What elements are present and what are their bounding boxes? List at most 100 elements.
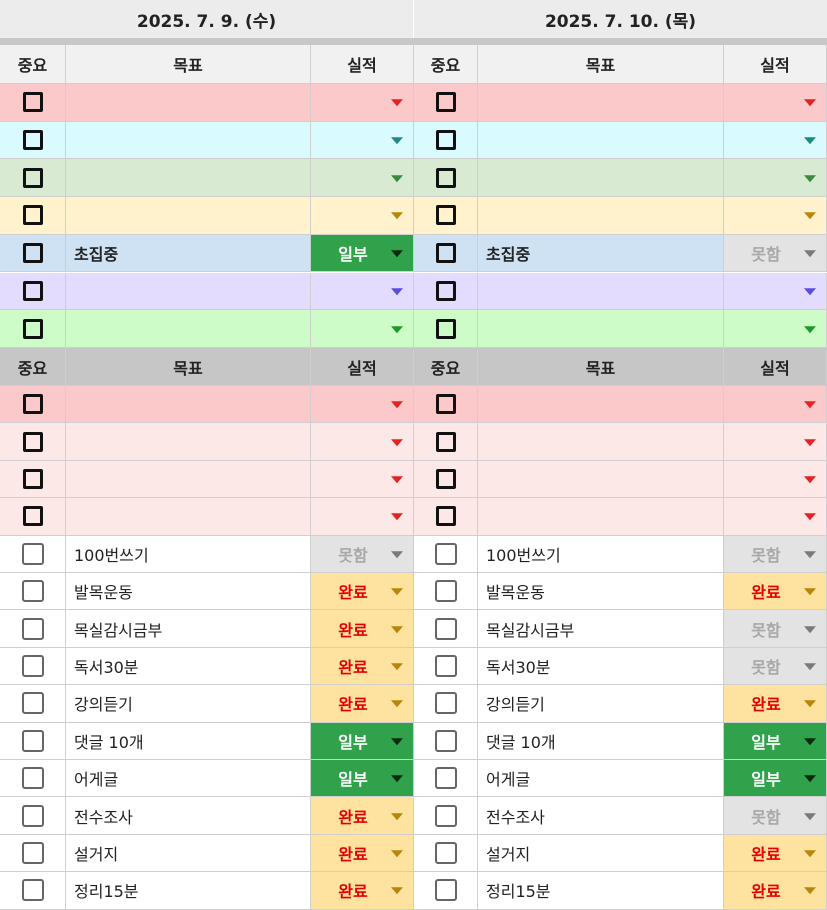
performance-dropdown[interactable]: 일부 [311, 722, 414, 760]
dropdown-arrow-icon[interactable] [391, 99, 403, 107]
goal-cell[interactable] [66, 423, 311, 461]
importance-checkbox[interactable] [435, 167, 456, 188]
performance-dropdown[interactable] [311, 84, 414, 122]
goal-cell[interactable]: 목실감시금부 [66, 610, 311, 648]
goal-cell[interactable]: 어게글 [66, 760, 311, 798]
dropdown-arrow-icon[interactable] [804, 887, 816, 895]
importance-checkbox[interactable] [22, 243, 43, 264]
dropdown-arrow-icon[interactable] [804, 288, 816, 296]
goal-cell[interactable]: 발목운동 [478, 573, 724, 611]
goal-cell[interactable]: 어게글 [478, 760, 724, 798]
dropdown-arrow-icon[interactable] [391, 663, 403, 671]
importance-checkbox[interactable] [22, 318, 43, 339]
performance-dropdown[interactable] [724, 423, 827, 461]
dropdown-arrow-icon[interactable] [804, 137, 816, 145]
importance-checkbox[interactable] [434, 692, 457, 715]
performance-dropdown[interactable] [724, 272, 827, 311]
importance-checkbox[interactable] [21, 617, 44, 640]
importance-checkbox[interactable] [434, 580, 457, 603]
performance-dropdown[interactable] [311, 498, 414, 536]
dropdown-arrow-icon[interactable] [391, 212, 403, 220]
performance-dropdown[interactable] [311, 460, 414, 499]
dropdown-arrow-icon[interactable] [391, 737, 403, 745]
importance-checkbox[interactable] [435, 243, 456, 264]
goal-cell[interactable] [478, 310, 724, 348]
performance-dropdown[interactable] [724, 386, 827, 424]
importance-checkbox[interactable] [21, 692, 44, 715]
goal-cell[interactable] [66, 272, 311, 311]
performance-dropdown[interactable] [311, 272, 414, 311]
dropdown-arrow-icon[interactable] [391, 887, 403, 895]
goal-cell[interactable]: 강의듣기 [478, 685, 724, 723]
performance-dropdown[interactable] [311, 386, 414, 424]
importance-checkbox[interactable] [21, 654, 44, 677]
performance-dropdown[interactable]: 못함 [724, 535, 827, 573]
goal-cell[interactable]: 발목운동 [66, 573, 311, 611]
dropdown-arrow-icon[interactable] [391, 625, 403, 633]
goal-cell[interactable] [66, 197, 311, 235]
performance-dropdown[interactable]: 못함 [724, 647, 827, 686]
goal-cell[interactable]: 댓글 10개 [478, 722, 724, 760]
performance-dropdown[interactable]: 완료 [724, 834, 827, 873]
dropdown-arrow-icon[interactable] [804, 174, 816, 182]
dropdown-arrow-icon[interactable] [804, 625, 816, 633]
goal-cell[interactable] [478, 197, 724, 235]
dropdown-arrow-icon[interactable] [391, 325, 403, 333]
performance-dropdown[interactable]: 완료 [311, 834, 414, 873]
importance-checkbox[interactable] [22, 130, 43, 151]
importance-checkbox[interactable] [434, 841, 457, 864]
performance-dropdown[interactable] [724, 498, 827, 536]
dropdown-arrow-icon[interactable] [391, 775, 403, 783]
importance-checkbox[interactable] [21, 841, 44, 864]
goal-cell[interactable]: 독서30분 [478, 647, 724, 686]
goal-cell[interactable] [66, 159, 311, 198]
importance-checkbox[interactable] [22, 468, 43, 489]
goal-cell[interactable] [66, 84, 311, 122]
performance-dropdown[interactable]: 일부 [311, 234, 414, 273]
goal-cell[interactable] [478, 121, 724, 160]
goal-cell[interactable]: 초집중 [66, 234, 311, 273]
dropdown-arrow-icon[interactable] [391, 401, 403, 409]
dropdown-arrow-icon[interactable] [804, 476, 816, 484]
dropdown-arrow-icon[interactable] [804, 438, 816, 446]
importance-checkbox[interactable] [21, 767, 44, 790]
importance-checkbox[interactable] [435, 130, 456, 151]
performance-dropdown[interactable]: 완료 [311, 797, 414, 835]
performance-dropdown[interactable]: 완료 [724, 685, 827, 723]
dropdown-arrow-icon[interactable] [391, 250, 403, 258]
dropdown-arrow-icon[interactable] [804, 513, 816, 521]
importance-checkbox[interactable] [22, 167, 43, 188]
importance-checkbox[interactable] [22, 205, 43, 226]
importance-checkbox[interactable] [435, 92, 456, 113]
goal-cell[interactable]: 설거지 [478, 834, 724, 873]
performance-dropdown[interactable] [311, 423, 414, 461]
performance-dropdown[interactable] [724, 159, 827, 198]
importance-checkbox[interactable] [22, 394, 43, 415]
performance-dropdown[interactable]: 일부 [311, 760, 414, 798]
dropdown-arrow-icon[interactable] [804, 775, 816, 783]
dropdown-arrow-icon[interactable] [804, 401, 816, 409]
importance-checkbox[interactable] [435, 394, 456, 415]
dropdown-arrow-icon[interactable] [391, 550, 403, 558]
goal-cell[interactable] [478, 272, 724, 311]
importance-checkbox[interactable] [434, 879, 457, 902]
performance-dropdown[interactable] [311, 159, 414, 198]
goal-cell[interactable]: 정리15분 [478, 872, 724, 910]
performance-dropdown[interactable] [724, 460, 827, 499]
performance-dropdown[interactable]: 못함 [724, 610, 827, 648]
dropdown-arrow-icon[interactable] [804, 99, 816, 107]
importance-checkbox[interactable] [434, 729, 457, 752]
importance-checkbox[interactable] [435, 506, 456, 527]
importance-checkbox[interactable] [21, 804, 44, 827]
importance-checkbox[interactable] [435, 205, 456, 226]
goal-cell[interactable]: 초집중 [478, 234, 724, 273]
dropdown-arrow-icon[interactable] [804, 325, 816, 333]
performance-dropdown[interactable]: 못함 [724, 234, 827, 273]
dropdown-arrow-icon[interactable] [804, 850, 816, 858]
importance-checkbox[interactable] [22, 506, 43, 527]
importance-checkbox[interactable] [22, 92, 43, 113]
importance-checkbox[interactable] [435, 280, 456, 301]
performance-dropdown[interactable]: 일부 [724, 760, 827, 798]
performance-dropdown[interactable]: 완료 [311, 573, 414, 611]
goal-cell[interactable]: 정리15분 [66, 872, 311, 910]
